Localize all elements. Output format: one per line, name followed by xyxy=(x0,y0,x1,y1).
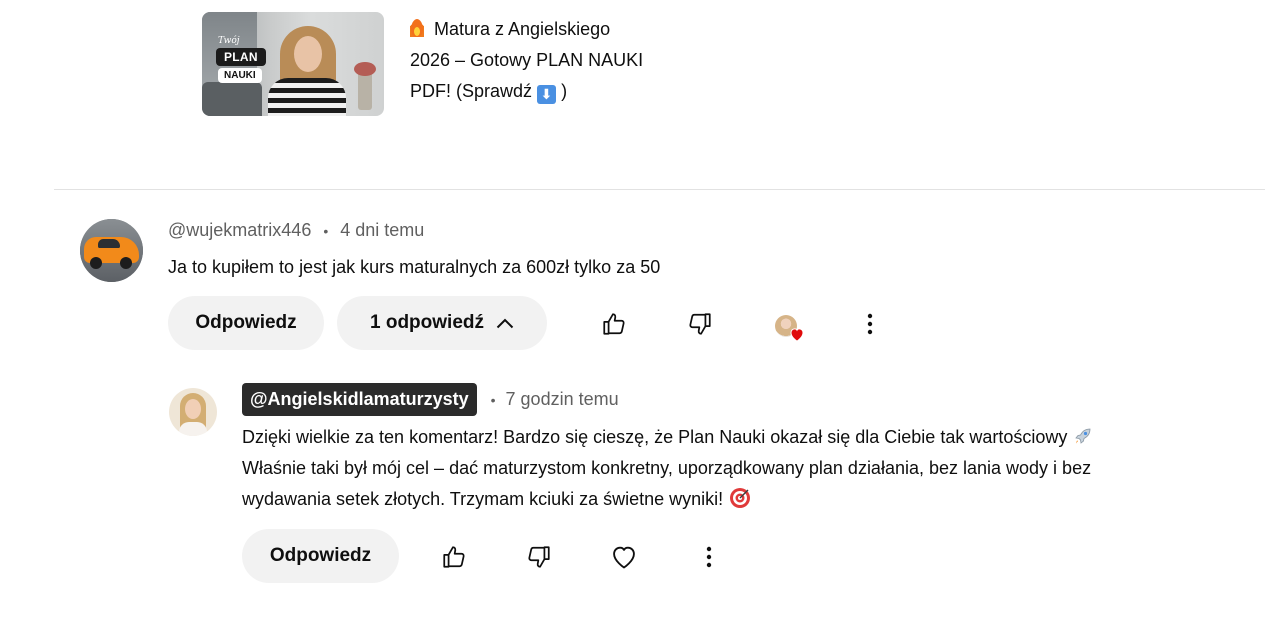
chevron-up-icon xyxy=(496,318,514,329)
thumbnail-small-text: Twój xyxy=(218,36,240,46)
comment-author[interactable]: @wujekmatrix446 xyxy=(168,220,311,241)
reply-text-line-1: Dzięki wielkie za ten komentarz! Bardzo … xyxy=(242,422,1232,453)
video-title-text-3: PDF! (Sprawdź xyxy=(410,81,533,101)
related-video-card[interactable]: Twój PLAN NAUKI Matura z Angielskiego 20… xyxy=(202,12,680,116)
thumbnail-person-shirt xyxy=(268,78,346,116)
video-title-text-3-end: ) xyxy=(561,81,568,101)
video-title-line-2: 2026 – Gotowy PLAN NAUKI xyxy=(410,50,644,70)
dislike-button[interactable] xyxy=(680,304,720,344)
heart-outline-icon xyxy=(613,546,635,569)
reply-heart-button[interactable] xyxy=(604,537,644,577)
red-heart-icon xyxy=(790,328,804,342)
thumbnail-plan-pill: PLAN xyxy=(216,48,266,66)
reply-to-reply-button[interactable]: Odpowiedz xyxy=(242,529,399,583)
reply-timestamp[interactable]: 7 godzin temu xyxy=(506,389,619,410)
comment-header: @wujekmatrix446 • 4 dni temu xyxy=(168,220,424,241)
avatar-face xyxy=(185,399,201,419)
reply-like-button[interactable] xyxy=(434,537,474,577)
down-arrow-emoji-icon: ⬇ xyxy=(537,85,557,104)
reply-text-line-2: Właśnie taki był mój cel – dać maturzyst… xyxy=(242,458,1092,478)
comment-text: Ja to kupiłem to jest jak kurs maturalny… xyxy=(168,257,661,277)
video-thumbnail[interactable]: Twój PLAN NAUKI xyxy=(202,12,384,116)
avatar-body xyxy=(179,422,207,436)
like-button[interactable] xyxy=(594,304,634,344)
avatar-car-wheel xyxy=(90,257,102,269)
replies-count-label: 1 odpowiedź xyxy=(370,312,484,333)
thumbnail-flower xyxy=(354,62,376,76)
creator-heart-icon xyxy=(771,309,804,342)
reply-more-button[interactable] xyxy=(689,537,729,577)
thumbs-up-icon xyxy=(603,313,625,335)
comment-more-button[interactable] xyxy=(850,304,890,344)
thumbs-up-icon xyxy=(443,546,465,568)
reply-button[interactable]: Odpowiedz xyxy=(168,296,324,350)
avatar-car-wheel xyxy=(120,257,132,269)
comments-section: Twój PLAN NAUKI Matura z Angielskiego 20… xyxy=(0,0,1280,640)
reply-text-line-3: wydawania setek złotych. Trzymam kciuki … xyxy=(242,484,1232,515)
section-divider xyxy=(54,189,1265,190)
thumbs-down-icon xyxy=(689,313,711,335)
rocket-emoji-icon xyxy=(1075,428,1091,444)
reply-author-chip[interactable]: @Angielskidlamaturzysty xyxy=(242,383,477,416)
commenter-avatar[interactable] xyxy=(80,219,143,282)
comment-separator: • xyxy=(323,222,329,239)
thumbnail-nauki-pill: NAUKI xyxy=(218,68,262,83)
reply-author-avatar[interactable] xyxy=(169,388,217,436)
more-vertical-icon xyxy=(706,546,712,568)
thumbnail-person-face xyxy=(294,36,322,72)
toggle-replies-button[interactable]: 1 odpowiedź xyxy=(337,296,547,350)
reply-separator: • xyxy=(490,391,496,408)
avatar-car-window xyxy=(98,239,120,248)
reply-text-line-3-text: wydawania setek złotych. Trzymam kciuki … xyxy=(242,489,724,509)
video-title-line-3: PDF! (Sprawdź ⬇ ) xyxy=(410,76,680,107)
video-title-text-1: Matura z Angielskiego xyxy=(434,19,611,39)
video-title-line-1: Matura z Angielskiego xyxy=(410,14,680,45)
reply-text-line-1-text: Dzięki wielkie za ten komentarz! Bardzo … xyxy=(242,427,1068,447)
thumbs-down-icon xyxy=(528,546,550,568)
reply-header: @Angielskidlamaturzysty • 7 godzin temu xyxy=(242,383,619,416)
creator-heart-badge xyxy=(766,304,806,344)
thumbnail-sofa xyxy=(202,82,262,116)
video-title[interactable]: Matura z Angielskiego 2026 – Gotowy PLAN… xyxy=(410,14,680,116)
comment-timestamp[interactable]: 4 dni temu xyxy=(340,220,424,241)
reply-text: Dzięki wielkie za ten komentarz! Bardzo … xyxy=(242,422,1232,515)
thumbnail-plant xyxy=(358,70,372,110)
more-vertical-icon xyxy=(867,313,873,335)
thumbnail-badge: Twój PLAN NAUKI xyxy=(216,36,266,83)
target-emoji-icon xyxy=(730,488,751,508)
reply-dislike-button[interactable] xyxy=(519,537,559,577)
fire-emoji-icon xyxy=(410,19,424,37)
